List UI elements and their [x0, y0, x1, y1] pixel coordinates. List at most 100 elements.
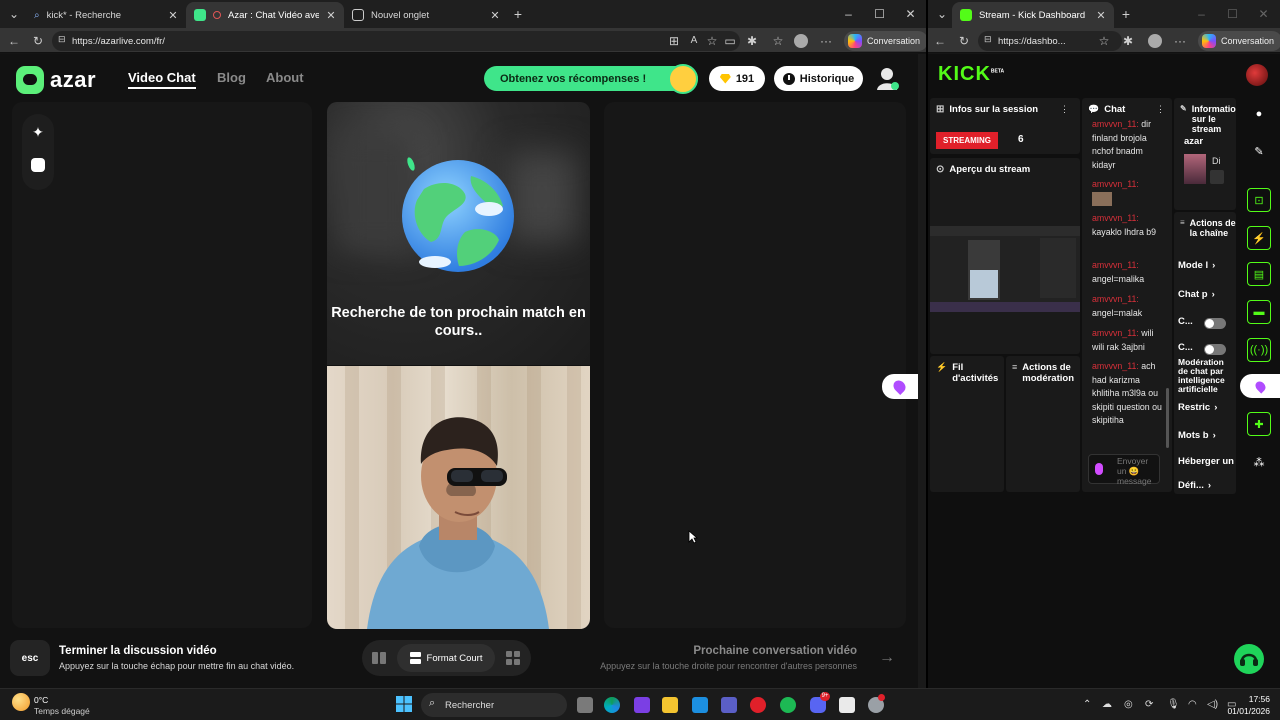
profile-icon[interactable] — [1148, 34, 1162, 48]
clock-date[interactable]: 01/01/2026 — [1220, 706, 1270, 716]
tab-azar[interactable]: Azar : Chat Vidéo avec de no ✕ — [186, 2, 344, 28]
opera-icon[interactable] — [750, 697, 766, 713]
sticker-icon[interactable] — [31, 158, 45, 172]
reload-icon[interactable]: ↻ — [30, 33, 46, 49]
conversation-button[interactable]: Conversation — [1198, 31, 1280, 51]
tab-new[interactable]: Nouvel onglet ✕ — [344, 2, 508, 28]
nav-video-chat[interactable]: Video Chat — [128, 70, 196, 89]
page-scrollbar[interactable] — [918, 54, 926, 688]
minimize-icon[interactable]: – — [1186, 7, 1217, 21]
sparkle-icon[interactable]: ✦ — [30, 124, 46, 140]
tray-chevron-icon[interactable]: ⌃ — [1083, 699, 1091, 710]
format-grid-icon[interactable] — [506, 651, 520, 665]
tray-vpn-icon[interactable]: ◎ — [1124, 699, 1133, 710]
action-mode[interactable]: Mode l › — [1178, 260, 1234, 271]
format-short-button[interactable]: Format Court — [397, 644, 495, 672]
esc-key-button[interactable]: esc — [10, 640, 50, 676]
reload-icon[interactable]: ↻ — [956, 33, 972, 49]
close-window-icon[interactable]: ✕ — [895, 7, 926, 21]
tab-kick-search[interactable]: ⌕ kick* - Recherche ✕ — [26, 2, 186, 28]
teams-icon[interactable] — [721, 697, 737, 713]
more-icon[interactable]: ··· — [1172, 33, 1188, 49]
profile-icon[interactable] — [794, 34, 808, 48]
azar-logo[interactable]: azar — [16, 66, 96, 94]
url-field[interactable]: ⊟ https://azarlive.com/fr/ — [52, 31, 740, 51]
windows-start-icon[interactable] — [396, 696, 412, 712]
close-window-icon[interactable]: ✕ — [1248, 7, 1279, 21]
app-white-icon[interactable] — [839, 697, 855, 713]
camera-icon[interactable]: ▭ — [722, 33, 738, 49]
task-view-icon[interactable] — [577, 697, 593, 713]
maximize-icon[interactable]: ☐ — [864, 7, 895, 21]
minimize-icon[interactable]: – — [833, 7, 864, 21]
app-heart-icon[interactable] — [634, 697, 650, 713]
microphone-icon[interactable] — [1095, 463, 1103, 475]
extensions-icon[interactable]: ✱ — [744, 33, 760, 49]
broadcast-icon[interactable]: ((·)) — [1247, 338, 1271, 362]
user-profile-icon[interactable] — [876, 66, 900, 92]
weather-icon[interactable] — [12, 693, 30, 711]
category-thumbnail[interactable] — [1184, 154, 1206, 184]
nav-about[interactable]: About — [266, 70, 304, 85]
tab-kick-dashboard[interactable]: Stream - Kick Dashboard ✕ — [952, 2, 1114, 28]
read-aloud-icon[interactable]: A — [686, 33, 702, 49]
screen-capture-icon[interactable]: ⊡ — [1247, 188, 1271, 212]
tray-sync-icon[interactable]: ⟳ — [1145, 699, 1153, 710]
back-icon[interactable]: ← — [932, 33, 948, 49]
action-restrictions[interactable]: Restric › — [1178, 402, 1234, 413]
chat-scrollbar[interactable] — [1166, 388, 1169, 448]
store-icon[interactable] — [692, 697, 708, 713]
support-chat-button[interactable] — [1234, 644, 1264, 674]
apps-icon[interactable]: ⊞ — [666, 33, 682, 49]
account-avatar[interactable] — [1246, 64, 1268, 86]
tray-wifi-icon[interactable]: ◠ — [1188, 699, 1197, 710]
chat-menu-icon[interactable]: ⋮ — [1156, 104, 1165, 115]
toggle-switch[interactable] — [1204, 344, 1226, 355]
rewards-button[interactable]: Obtenez vos récompenses ! — [484, 64, 698, 94]
edit-icon[interactable]: ✎ — [1247, 139, 1271, 163]
next-arrow-button[interactable]: → — [873, 640, 901, 676]
chat-input[interactable]: Envoyer un 😀 message — [1088, 454, 1160, 486]
tab-menu-icon[interactable]: ⌄ — [6, 6, 22, 22]
action-host[interactable]: Héberger un — [1178, 456, 1236, 467]
wrench-icon[interactable]: ✚ — [1247, 412, 1271, 436]
add-tab-icon[interactable]: + — [1118, 6, 1134, 22]
spotify-icon[interactable] — [780, 697, 796, 713]
kick-logo[interactable]: KICKBETA — [938, 63, 1004, 86]
history-button[interactable]: Historique — [774, 66, 863, 91]
conversation-button[interactable]: Conversation — [844, 31, 926, 51]
maximize-icon[interactable]: ☐ — [1217, 7, 1248, 21]
taskbar-search[interactable]: ⌕ Rechercher — [421, 693, 567, 717]
action-blocked-words[interactable]: Mots b › — [1178, 430, 1234, 441]
action-ai-moderation[interactable]: Modération de chat par intelligence arti… — [1178, 358, 1236, 394]
document-icon[interactable]: ▤ — [1247, 262, 1271, 286]
gems-button[interactable]: 191 — [709, 66, 765, 91]
site-info-icon[interactable]: ⊟ — [984, 34, 992, 45]
chat-bubble-icon[interactable]: ▬ — [1247, 300, 1271, 324]
extensions-icon[interactable]: ✱ — [1120, 33, 1136, 49]
lightning-icon[interactable]: ⚡ — [1247, 226, 1271, 250]
action-chat[interactable]: Chat p › — [1178, 289, 1234, 300]
favorites-bar-icon[interactable]: ☆ — [770, 33, 786, 49]
edge-icon[interactable] — [604, 697, 620, 713]
tray-mic-icon[interactable]: 🎙 — [1167, 699, 1180, 710]
session-menu-icon[interactable]: ⋮ — [1060, 104, 1069, 115]
site-info-icon[interactable]: ⊟ — [58, 34, 66, 45]
share-icon[interactable]: ⁂ — [1247, 450, 1271, 474]
info-circle-icon[interactable]: ● — [1247, 102, 1271, 126]
close-tab-icon[interactable]: ✕ — [326, 9, 336, 22]
close-tab-icon[interactable]: ✕ — [490, 9, 500, 22]
favorite-icon[interactable]: ☆ — [704, 33, 720, 49]
location-pin-button[interactable] — [882, 374, 918, 399]
more-icon[interactable]: ··· — [818, 33, 834, 49]
tray-volume-icon[interactable]: ◁) — [1207, 699, 1218, 710]
add-tab-icon[interactable]: + — [510, 6, 526, 22]
toggle-switch[interactable] — [1204, 318, 1226, 329]
favorite-icon[interactable]: ☆ — [1096, 33, 1112, 49]
tag-icon[interactable] — [1210, 170, 1224, 184]
clock-time[interactable]: 17:56 — [1226, 694, 1270, 704]
format-split-icon[interactable] — [372, 651, 386, 665]
close-tab-icon[interactable]: ✕ — [168, 9, 178, 22]
back-icon[interactable]: ← — [6, 33, 22, 49]
file-explorer-icon[interactable] — [662, 697, 678, 713]
